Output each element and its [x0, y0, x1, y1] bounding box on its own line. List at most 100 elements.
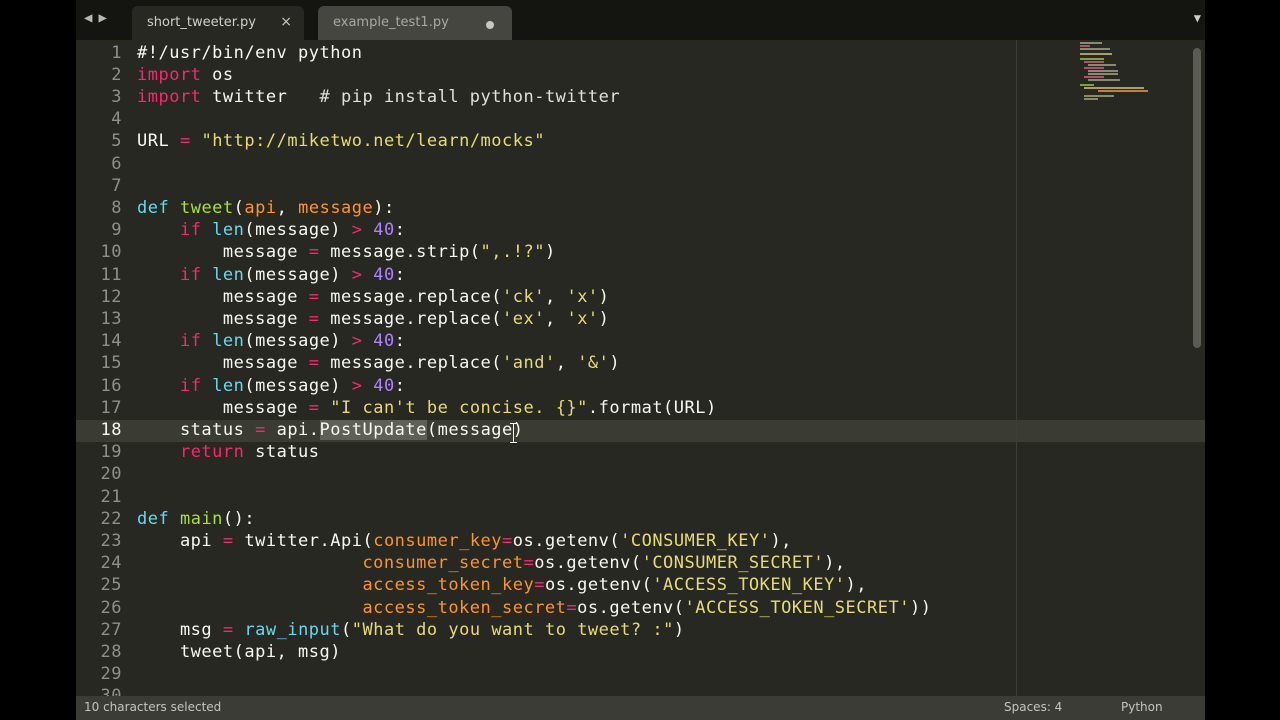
punctuation: , — [555, 353, 578, 374]
line-number: 4 — [111, 109, 122, 130]
unsaved-dot-icon[interactable] — [486, 21, 494, 29]
line-number: 22 — [100, 508, 122, 529]
minimap-line — [1088, 73, 1118, 75]
tab-menu-chevron-down-icon[interactable]: ▼ — [1194, 11, 1201, 25]
expression: api — [137, 530, 223, 551]
builtin-len: len — [212, 331, 245, 352]
keyword-if: if — [179, 331, 202, 352]
line-number: 1 — [111, 42, 122, 63]
code-line: import os — [137, 64, 234, 86]
code-line: api = twitter.Api(consumer_key=os.getenv… — [137, 530, 792, 552]
line-number: 5 — [111, 131, 122, 152]
string-literal: "http://miketwo.net/learn/mocks" — [201, 131, 545, 152]
operator: = — [308, 286, 320, 307]
operator: = — [179, 131, 191, 152]
code-line: message = message.replace('and', '&') — [137, 352, 620, 374]
punctuation: )) — [909, 597, 932, 618]
line-number: 29 — [100, 664, 122, 685]
column-ruler — [1016, 40, 1017, 696]
line-number: 6 — [111, 153, 122, 174]
expression: message.replace( — [319, 308, 503, 329]
punctuation: ), — [770, 530, 792, 551]
expression: message — [137, 353, 309, 374]
operator: = — [255, 419, 266, 440]
code-line: if len(message) > 40: — [137, 219, 406, 241]
punctuation: : — [394, 375, 406, 396]
line-number: 28 — [100, 641, 122, 662]
string-literal: 'CONSUMER_SECRET' — [641, 553, 825, 574]
operator: > — [351, 220, 363, 241]
string-literal: 'ck' — [502, 286, 545, 307]
punctuation: : — [394, 220, 406, 241]
number-literal: 40 — [373, 220, 395, 241]
line-number: 24 — [100, 553, 122, 574]
operator: = — [523, 553, 535, 574]
expression: (message) — [244, 264, 352, 285]
expression: tweet(api, msg) — [137, 641, 341, 662]
string-literal: ",.!?" — [480, 242, 545, 263]
parameter: api — [244, 197, 277, 218]
code-line: message = message.strip(",.!?") — [137, 241, 556, 263]
minimap-line — [1098, 90, 1148, 92]
code-line: tweet(api, msg) — [137, 641, 341, 663]
scrollbar-thumb[interactable] — [1193, 48, 1201, 348]
shebang: #!/usr/bin/env python — [137, 42, 363, 63]
expression: message.replace( — [319, 353, 503, 374]
operator: > — [351, 331, 363, 352]
selected-text[interactable]: PostUpdate — [319, 419, 427, 440]
indentation-setting[interactable]: Spaces: 4 — [1004, 700, 1062, 714]
tab-example-test1[interactable]: example_test1.py — [318, 6, 512, 40]
expression: msg — [137, 619, 223, 640]
keyword-argument: access_token_key — [362, 575, 535, 596]
line-number: 8 — [111, 197, 122, 218]
line-number: 27 — [100, 619, 122, 640]
operator: = — [566, 597, 578, 618]
syntax-selector[interactable]: Python — [1121, 700, 1163, 714]
builtin-raw-input: raw_input — [244, 619, 342, 640]
code-area[interactable]: #!/usr/bin/env python import os import t… — [137, 40, 1017, 700]
line-number: 15 — [100, 353, 122, 374]
punctuation: ( — [233, 197, 245, 218]
minimap[interactable] — [1080, 42, 1170, 102]
expression: message.strip( — [319, 242, 481, 263]
forward-arrow-icon[interactable]: ▶ — [98, 10, 106, 26]
keyword-if: if — [179, 264, 202, 285]
code-line: if len(message) > 40: — [137, 375, 406, 397]
tab-label: example_test1.py — [333, 15, 449, 30]
line-number-current: 18 — [100, 419, 122, 440]
punctuation: ), — [845, 575, 868, 596]
close-icon[interactable]: × — [280, 14, 292, 30]
expression: os.getenv( — [577, 597, 685, 618]
string-literal: 'ACCESS_TOKEN_KEY' — [652, 575, 846, 596]
line-number: 9 — [111, 220, 122, 241]
keyword-argument: consumer_key — [373, 530, 503, 551]
punctuation: ) — [544, 242, 556, 263]
number-literal: 40 — [373, 331, 395, 352]
code-line: msg = raw_input("What do you want to twe… — [137, 619, 685, 641]
expression: os.getenv( — [534, 553, 642, 574]
punctuation: (): — [222, 508, 256, 529]
keyword-return: return — [179, 442, 245, 463]
string-literal: 'x' — [566, 308, 599, 329]
operator: > — [351, 264, 363, 285]
expression: message.replace( — [319, 286, 503, 307]
vertical-scrollbar[interactable] — [1191, 40, 1203, 696]
string-literal: 'ex' — [502, 308, 545, 329]
function-name: tweet — [179, 197, 234, 218]
punctuation: ) — [609, 353, 621, 374]
tab-short-tweeter[interactable]: short_tweeter.py × — [132, 6, 304, 40]
line-number-gutter[interactable]: 1 2 3 4 5 6 7 8 9 10 11 12 13 14 15 16 1… — [76, 40, 122, 707]
line-number: 14 — [100, 331, 122, 352]
back-arrow-icon[interactable]: ◀ — [84, 10, 92, 26]
keyword-import: import — [137, 64, 202, 85]
expression: twitter.Api( — [233, 530, 374, 551]
